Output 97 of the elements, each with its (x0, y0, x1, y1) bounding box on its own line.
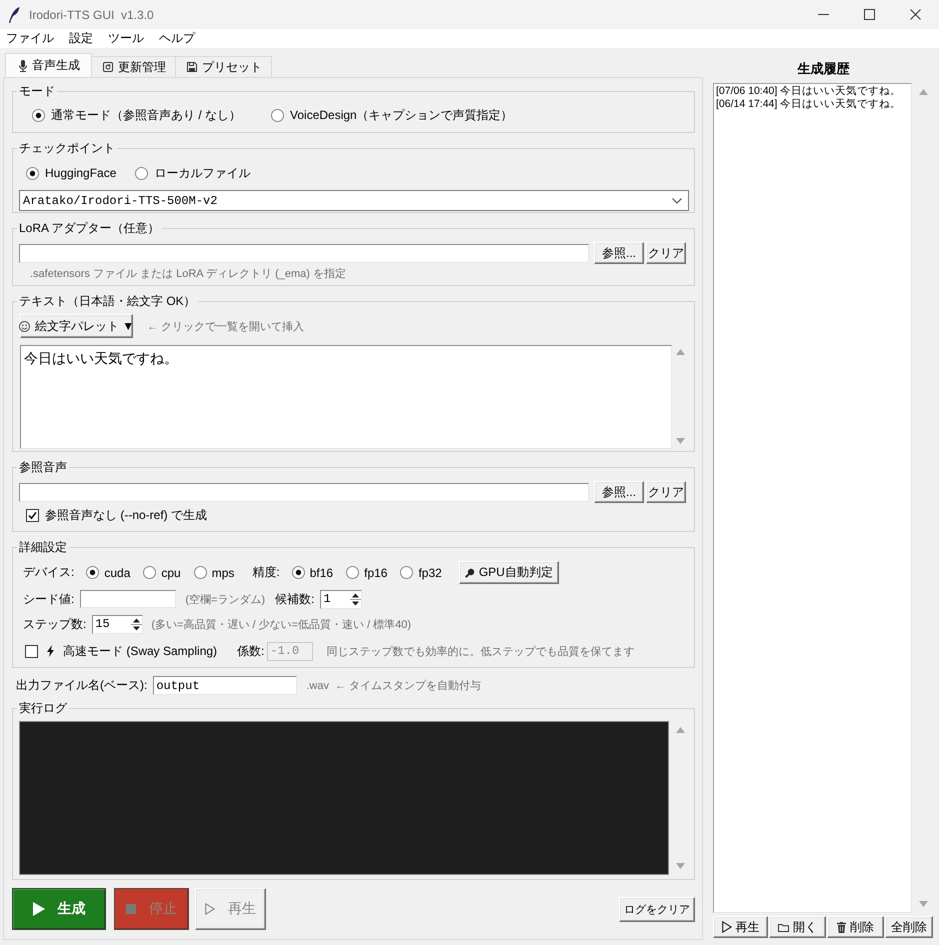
scroll-up-icon[interactable] (676, 349, 685, 355)
field-label: シード値: (23, 590, 74, 608)
scroll-down-icon[interactable] (918, 901, 928, 907)
radio-icon[interactable] (135, 166, 148, 180)
radio-option[interactable]: HuggingFace (26, 166, 116, 180)
smiley-icon (18, 320, 30, 332)
checkbox-icon[interactable] (26, 508, 39, 522)
hint-text: .wav (306, 680, 329, 692)
search-icon (464, 568, 475, 578)
emoji-palette-button[interactable]: 絵文字パレット ▼ (20, 314, 133, 338)
browse-button[interactable]: 参照... (594, 481, 644, 503)
section-title: 参照音声 (18, 460, 68, 474)
field-label: 候補数: (275, 590, 314, 608)
close-icon[interactable] (910, 9, 921, 20)
text-input[interactable]: 今日はいい天気ですね。 (20, 345, 672, 449)
clear-button[interactable]: クリア (646, 481, 686, 503)
hint-text: (多い=高品質・遅い / 少ない=低品質・速い / 標準40) (151, 618, 412, 632)
delete-button[interactable]: 削除 (827, 916, 884, 938)
filename-field[interactable]: output (153, 676, 298, 695)
hint-text: (空欄=ランダム) (185, 592, 266, 606)
play-icon (32, 902, 44, 916)
maximize-icon[interactable] (864, 9, 875, 20)
play-icon (722, 921, 732, 933)
scroll-down-icon[interactable] (676, 438, 685, 444)
menu-item[interactable]: ファイル (6, 30, 54, 47)
play-icon (205, 903, 215, 915)
menu-item[interactable]: ヘルプ (159, 30, 195, 47)
window-title: Irodori-TTS GUI v1.3.0 (29, 8, 154, 22)
checkbox-option[interactable]: 高速モード (Sway Sampling) (25, 642, 218, 660)
section-title: テキスト（日本語・絵文字 OK） (18, 294, 197, 308)
model-dropdown[interactable]: Aratako/Irodori-TTS-500M-v2 (19, 190, 689, 211)
clear-log-button[interactable]: ログをクリア (619, 896, 695, 922)
browse-button[interactable]: 参照... (594, 242, 644, 264)
file-path-field[interactable] (19, 482, 589, 502)
radio-icon[interactable] (86, 566, 100, 579)
radio-option[interactable]: fp16 (346, 566, 388, 580)
lightning-icon (47, 645, 54, 657)
menu-item[interactable]: ツール (108, 30, 144, 47)
chevron-down-icon (672, 198, 682, 204)
hint-text: ← クリックで一覧を開いて挿入 (147, 320, 304, 334)
save-icon (187, 62, 197, 72)
radio-icon[interactable] (194, 566, 207, 579)
field-label: 係数: (237, 642, 264, 660)
trash-icon (837, 922, 846, 932)
radio-icon[interactable] (400, 566, 414, 579)
seed-field[interactable] (80, 590, 176, 608)
field-label: 出力ファイル名(ベース): (16, 677, 148, 694)
radio-option[interactable]: VoiceDesign（キャプションで声質指定） (271, 106, 513, 124)
radio-icon[interactable] (346, 566, 360, 579)
section-title: 実行ログ (18, 701, 68, 715)
feather-icon (8, 6, 20, 22)
hint-text: 同じステップ数でも効率的に。低ステップでも品質を保てます (326, 644, 634, 658)
radio-option[interactable]: cuda (86, 566, 130, 580)
radio-icon[interactable] (26, 166, 39, 180)
play-button[interactable]: 再生 (713, 916, 768, 938)
checkbox-option[interactable]: 参照音声なし (--no-ref) で生成 (26, 506, 207, 524)
radio-option[interactable]: cpu (143, 566, 181, 580)
radio-option[interactable]: bf16 (292, 566, 334, 580)
section-title: モード (18, 84, 56, 98)
radio-option[interactable]: fp32 (400, 566, 442, 580)
scroll-up-icon[interactable] (918, 89, 928, 95)
hint-text: .safetensors ファイル または LoRA ディレクトリ (_ema) を指定 (30, 266, 346, 281)
hint-text: ← タイムスタンプを自動付与 (334, 678, 482, 693)
microphone-icon (19, 60, 27, 72)
radio-option[interactable]: mps (194, 566, 234, 580)
field-label: ステップ数: (23, 616, 86, 632)
radio-icon[interactable] (143, 566, 156, 579)
tab[interactable]: 音声生成 (5, 53, 92, 77)
candidates-spinbox[interactable]: 1 (320, 590, 362, 608)
file-path-field[interactable] (19, 244, 589, 262)
menu-item[interactable]: 設定 (69, 30, 93, 47)
delete-all-button[interactable]: 全削除 (885, 916, 933, 938)
history-item[interactable]: [06/14 17:44] 今日はいい天気ですね。 (716, 98, 909, 111)
radio-icon[interactable] (292, 566, 305, 579)
history-item[interactable]: [07/06 10:40] 今日はいい天気ですね。 (716, 85, 909, 98)
checkbox-icon[interactable] (25, 644, 38, 658)
folder-icon (778, 922, 789, 932)
gpu-detect-button[interactable]: GPU自動判定 (458, 561, 559, 584)
radio-option[interactable]: 通常モード（参照音声あり / なし） (32, 106, 242, 124)
generate-button[interactable]: 生成 (12, 888, 106, 930)
radio-option[interactable]: ローカルファイル (135, 164, 250, 182)
section-title: LoRA アダプター（任意） (18, 221, 161, 235)
steps-spinbox[interactable]: 15 (92, 614, 144, 634)
refresh-icon (103, 62, 113, 72)
radio-icon[interactable] (271, 108, 284, 122)
tab[interactable]: プリセット (175, 56, 272, 77)
clear-button[interactable]: クリア (646, 242, 686, 264)
radio-icon[interactable] (32, 108, 45, 122)
section-title: 詳細設定 (18, 540, 68, 554)
scroll-down-icon[interactable] (676, 863, 685, 869)
section-title: チェックポイント (18, 141, 116, 155)
field-label: デバイス: (23, 564, 74, 581)
panel-title: 生成履歴 (796, 60, 850, 78)
stop-icon (126, 904, 136, 914)
scroll-up-icon[interactable] (676, 727, 685, 733)
open-button[interactable]: 開く (769, 916, 826, 938)
field-label: 精度: (252, 564, 280, 581)
